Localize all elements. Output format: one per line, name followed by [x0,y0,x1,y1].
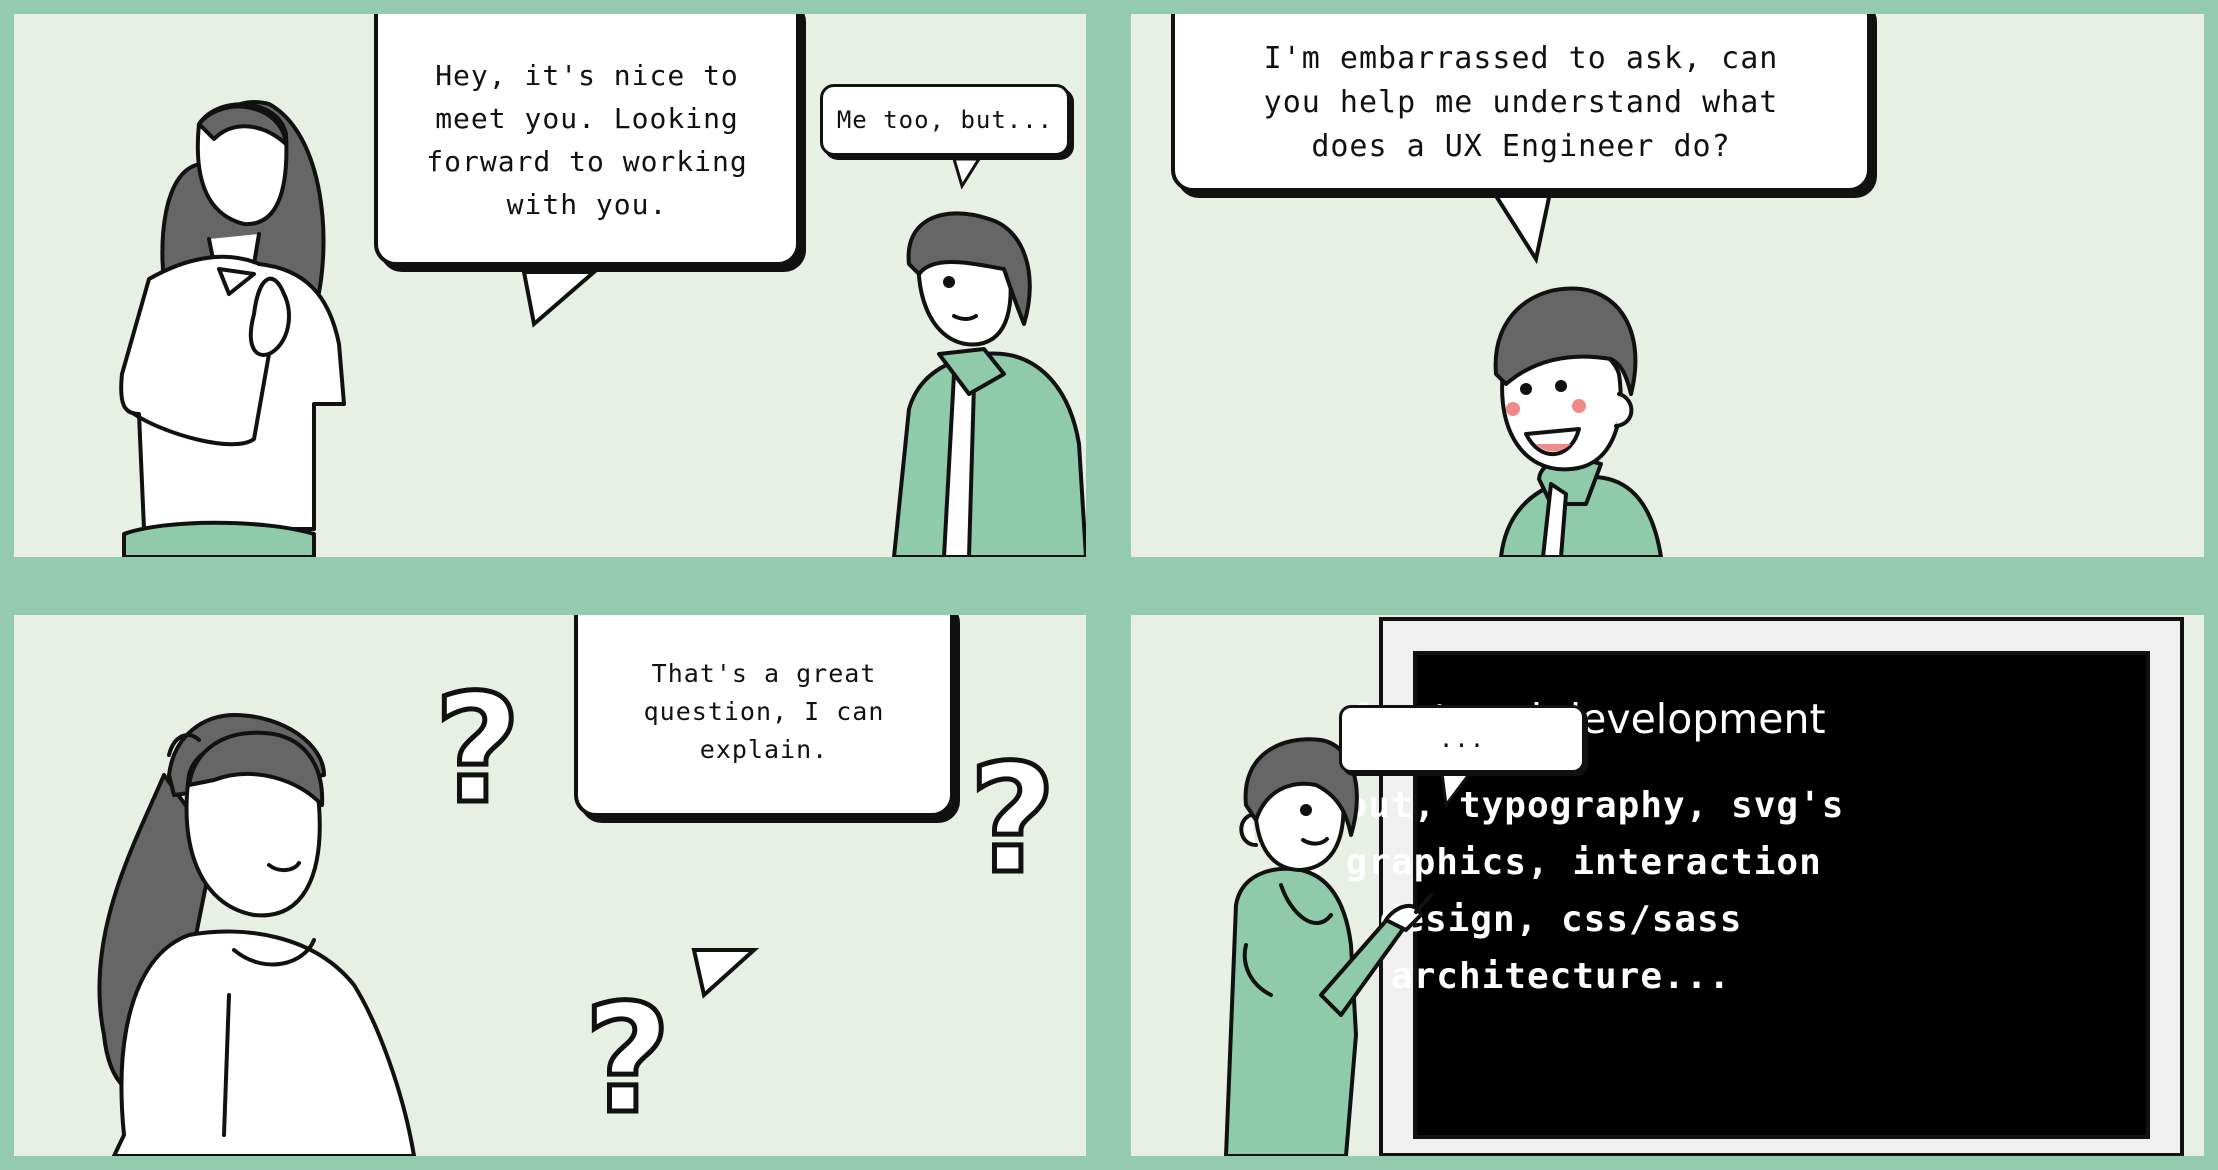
question-mark-icon: ? [966,733,1058,907]
woman-speech-bubble: Hey, it's nice to meet you. Looking forw… [374,14,800,266]
woman-figure [1224,737,1433,1156]
question-mark-icon: ? [431,663,523,837]
bubble-tail [951,157,982,190]
man-speech-text: Me too, but... [836,106,1054,134]
man-figure [892,211,1086,557]
bubble-tail [1487,186,1554,265]
panel-4-illustration [1224,737,1479,1156]
man-speech-bubble: Me too, but... [820,84,1070,156]
comic-panel-4: front-end development Layout, typography… [1131,615,2204,1156]
woman-figure [119,100,346,557]
bubble-tail [521,270,600,328]
woman-speech-text: Hey, it's nice to meet you. Looking forw… [426,59,748,221]
man-speech-text: I'm embarrassed to ask, can you help me … [1263,41,1779,164]
bubble-tail [691,948,760,999]
question-mark-icon: ? [581,973,673,1147]
man-figure [1493,286,1663,557]
woman-speech-text: That's a great question, I can explain. [643,659,885,764]
comic-panel-1: Hey, it's nice to meet you. Looking forw… [14,14,1086,557]
woman-speech-bubble: That's a great question, I can explain. [574,615,954,817]
comic-panel-3: ? ? ? That's a great question, I can exp… [14,615,1086,1156]
woman-speech-text: ... [1438,725,1486,753]
comic-panel-2: I'm embarrassed to ask, can you help me … [1131,14,2204,557]
man-speech-bubble: I'm embarrassed to ask, can you help me … [1171,14,1871,192]
woman-figure [97,713,416,1156]
woman-speech-bubble: ... [1339,705,1585,773]
